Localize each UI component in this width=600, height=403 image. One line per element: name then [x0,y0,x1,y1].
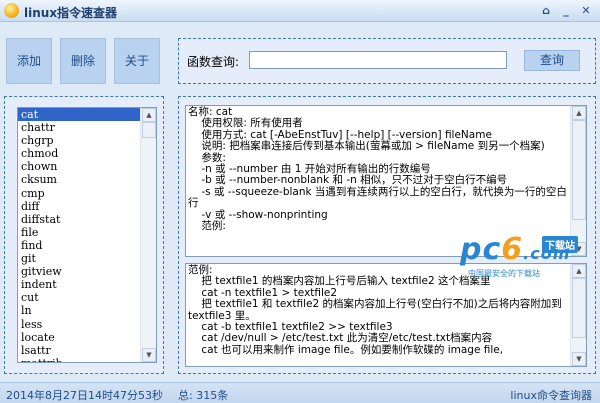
scroll-thumb[interactable] [572,120,586,220]
list-item[interactable]: cat [18,108,140,122]
description-text: 名称: cat 使用权限: 所有使用者 使用方式: cat [-AbeEnstT… [188,106,567,233]
list-item[interactable]: diff [18,200,140,213]
search-input[interactable] [249,51,507,69]
list-item[interactable]: cmp [18,187,140,200]
list-item[interactable]: chattr [18,121,140,134]
list-item[interactable]: chmod [18,147,140,160]
status-app-name: linux命令查询器 [510,389,592,402]
list-item[interactable]: diffstat [18,213,140,226]
list-item[interactable]: less [18,318,140,331]
list-item[interactable]: mattrib [18,357,140,362]
watermark-badge: 下载站 [542,236,578,253]
list-item[interactable]: indent [18,278,140,291]
search-button[interactable]: 查询 [524,50,580,71]
scroll-up-icon[interactable]: ▲ [572,106,586,120]
window-title: linux指令速查器 [24,6,118,20]
pc6-watermark-logo: pc6.com 下载站 中国最安全的下载站 [460,232,590,282]
list-item[interactable]: lsattr [18,344,140,357]
about-button[interactable]: 关于 [114,38,160,84]
search-label: 函数查询: [187,55,240,69]
list-item[interactable]: cut [18,291,140,304]
list-scrollbar[interactable]: ▲ ▼ [140,108,156,362]
restore-icon[interactable]: ⌂ [538,3,554,18]
list-item[interactable]: chown [18,160,140,173]
command-list-panel: cat chattr chgrp chmod chown cksum cmp diff diff… [4,96,164,374]
list-item[interactable]: find [18,239,140,252]
list-item[interactable]: ln [18,304,140,317]
list-item[interactable]: git [18,252,140,265]
status-datetime: 2014年8月27日14时47分53秒 [6,389,163,402]
command-listbox[interactable]: cat chattr chgrp chmod chown cksum cmp diff diff… [17,107,157,363]
status-bar: 2014年8月27日14时47分53秒 总: 315条 linux命令查询器 [0,382,600,403]
scroll-down-icon[interactable]: ▼ [572,352,586,366]
list-item[interactable]: locate [18,331,140,344]
list-item[interactable]: gitview [18,265,140,278]
title-bar: linux指令速查器 ⌂ _ ✕ [0,0,600,22]
add-button[interactable]: 添加 [6,38,52,84]
watermark-tagline: 中国最安全的下载站 [468,269,540,278]
minimize-icon[interactable]: _ [558,3,574,18]
delete-button[interactable]: 删除 [60,38,106,84]
list-item[interactable]: chgrp [18,134,140,147]
scroll-down-icon[interactable]: ▼ [142,348,156,362]
close-icon[interactable]: ✕ [578,3,594,18]
list-item[interactable]: cksum [18,173,140,186]
scroll-up-icon[interactable]: ▲ [142,108,156,122]
command-list: cat chattr chgrp chmod chown cksum cmp diff diff… [18,108,140,362]
list-item[interactable]: file [18,226,140,239]
search-panel: 函数查询: 查询 [178,38,596,84]
scroll-thumb[interactable] [572,278,586,338]
app-icon [4,3,19,18]
scroll-thumb[interactable] [142,122,156,138]
status-total-count: 总: 315条 [178,389,229,402]
